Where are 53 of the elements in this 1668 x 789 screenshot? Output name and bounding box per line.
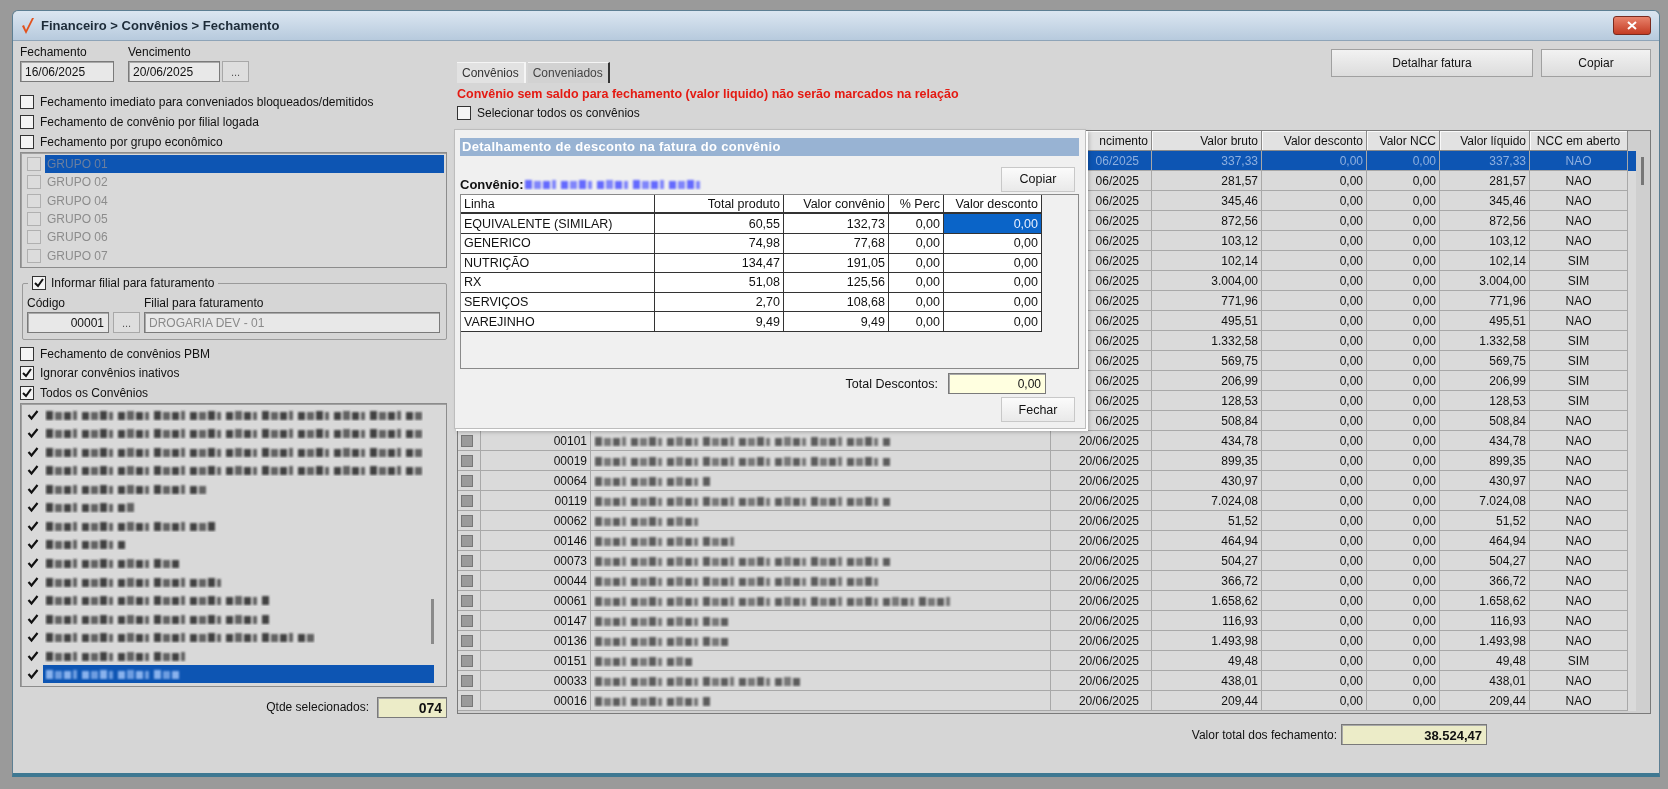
field-label: Total Descontos: xyxy=(845,376,938,391)
table-cell: 0,00 xyxy=(889,292,944,313)
total-field: 0,00 xyxy=(948,373,1046,394)
table-cell: 2,70 xyxy=(655,292,784,313)
table-cell: SERVIÇOS xyxy=(461,292,655,313)
checkbox-label: Fechamento de convênio por filial logada xyxy=(40,115,259,129)
table-cell: 0,00 xyxy=(889,214,944,234)
count-field: 074 xyxy=(377,696,447,718)
table-cell: 0,00 xyxy=(889,312,944,332)
field-label: Filial para faturamento xyxy=(144,296,265,310)
table-cell: VAREJINHO xyxy=(461,312,655,332)
field-label: Vencimento xyxy=(128,45,192,59)
table-cell: 125,56 xyxy=(784,273,889,293)
table-cell: 134,47 xyxy=(655,253,784,274)
dialog-title: Detalhamento de desconto na fatura do convênio xyxy=(460,138,1079,156)
table-cell: 209,44 xyxy=(1152,691,1262,711)
table-cell: 9,49 xyxy=(655,312,784,332)
field-label: Convênio: xyxy=(460,176,524,192)
window-title: Financeiro > Convênios > Fechamento xyxy=(41,18,281,33)
table-cell: 108,68 xyxy=(784,292,889,313)
table-cell: 9,49 xyxy=(784,312,889,332)
field-label: Valor total dos fechamento: xyxy=(1191,727,1337,742)
total-field: 38.524,47 xyxy=(1341,724,1487,745)
table-cell: 60,55 xyxy=(655,214,784,234)
table-cell: 74,98 xyxy=(655,234,784,254)
table-cell: 209,44 xyxy=(1440,691,1530,711)
checkbox-label: Todos os Convênios xyxy=(40,385,149,400)
checkbox-label: Fechamento imediato para conveniados bloqueados/demitidos xyxy=(40,95,374,109)
table-cell: EQUIVALENTE (SIMILAR) xyxy=(461,214,655,234)
table-cell: 77,68 xyxy=(784,234,889,254)
table-cell: 191,05 xyxy=(784,253,889,274)
field-label: Qtde selecionados: xyxy=(266,700,369,714)
checkbox-label: Informar filial para faturamento xyxy=(51,276,215,290)
table-cell: 00016 xyxy=(481,691,591,711)
field-label: Código xyxy=(27,296,67,310)
checkbox-label: Selecionar todos os convênios xyxy=(477,106,640,120)
table-cell: 0,00 xyxy=(889,253,944,274)
table-cell: 0,00 xyxy=(889,234,944,254)
table-cell: 51,08 xyxy=(655,273,784,293)
table-cell: 0,00 xyxy=(1262,691,1367,711)
table-cell: NAO xyxy=(1530,691,1628,711)
field-label: Fechamento xyxy=(20,45,88,59)
table-cell: RX xyxy=(461,273,655,293)
table-cell: 20/06/2025 xyxy=(1051,691,1152,711)
table-cell: 0,00 xyxy=(889,273,944,293)
checkbox-label: Ignorar convênios inativos xyxy=(40,366,180,381)
table-cell: NUTRIÇÃO xyxy=(461,253,655,274)
table-cell: 0,00 xyxy=(1367,691,1440,711)
table-cell: GENERICO xyxy=(461,234,655,254)
table-cell: 132,73 xyxy=(784,214,889,234)
checkbox-label: Fechamento por grupo econômico xyxy=(40,135,223,149)
warning-message: Convênio sem saldo para fechamento (valor liquido) não serão marcados na relação xyxy=(457,86,960,103)
checkbox-label: Fechamento de convênios PBM xyxy=(40,346,211,361)
